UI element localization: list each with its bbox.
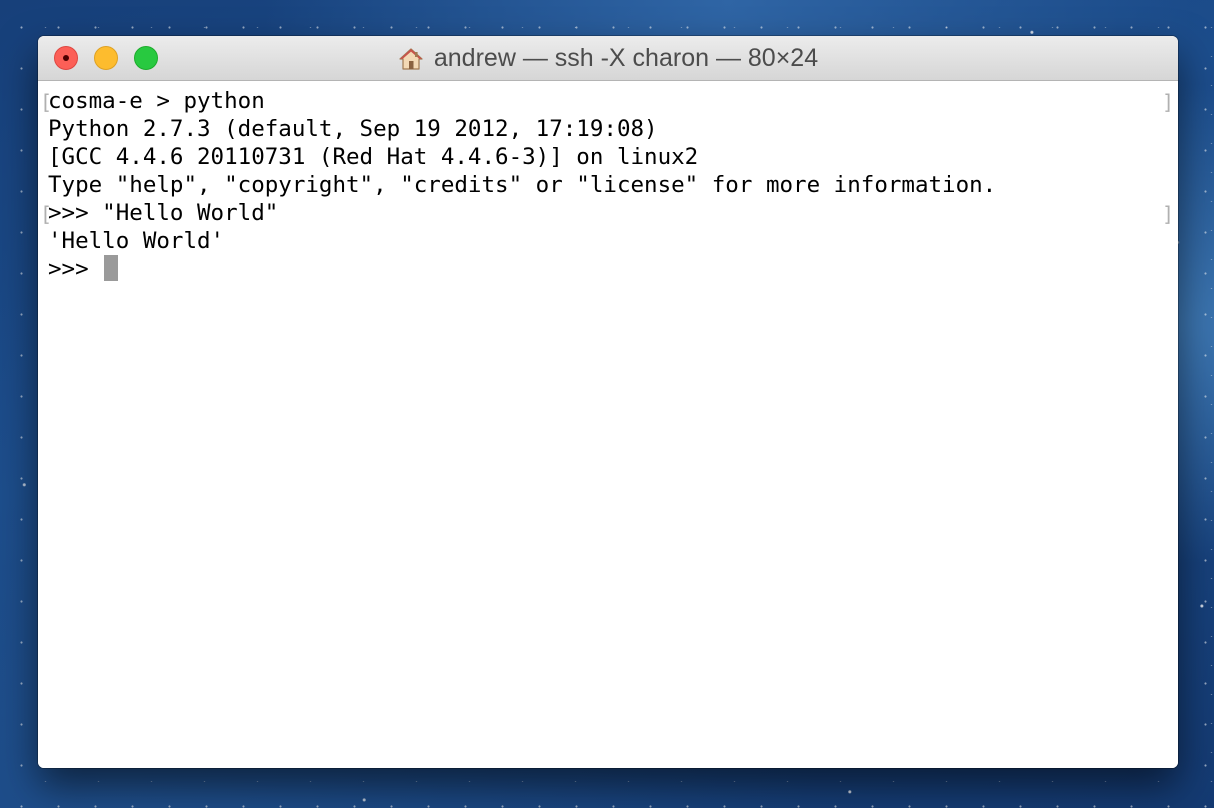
window-title-text: andrew — ssh -X charon — 80×24 <box>433 44 819 72</box>
home-icon <box>399 47 423 70</box>
terminal-content[interactable]: [ ] [ ] cosma-e > python Python 2.7.3 (d… <box>38 81 1178 768</box>
terminal-line: Type "help", "copyright", "credits" or "… <box>48 172 997 198</box>
window-title: andrew — ssh -X charon — 80×24 <box>38 36 1178 81</box>
terminal-line: >>> "Hello World" <box>48 200 279 226</box>
terminal-prompt: >>> <box>48 256 103 282</box>
line-mark-close: ] <box>1161 90 1174 114</box>
terminal-line: cosma-e > python <box>48 88 265 114</box>
terminal-line: [GCC 4.4.6 20110731 (Red Hat 4.4.6-3)] o… <box>48 144 699 170</box>
terminal-line: 'Hello World' <box>48 228 225 254</box>
terminal-line: Python 2.7.3 (default, Sep 19 2012, 17:1… <box>48 116 658 142</box>
terminal-window[interactable]: andrew — ssh -X charon — 80×24 [ ] [ ] c… <box>38 36 1178 768</box>
title-bar[interactable]: andrew — ssh -X charon — 80×24 <box>38 36 1178 81</box>
terminal-cursor <box>104 255 118 281</box>
line-mark-close: ] <box>1161 202 1174 226</box>
